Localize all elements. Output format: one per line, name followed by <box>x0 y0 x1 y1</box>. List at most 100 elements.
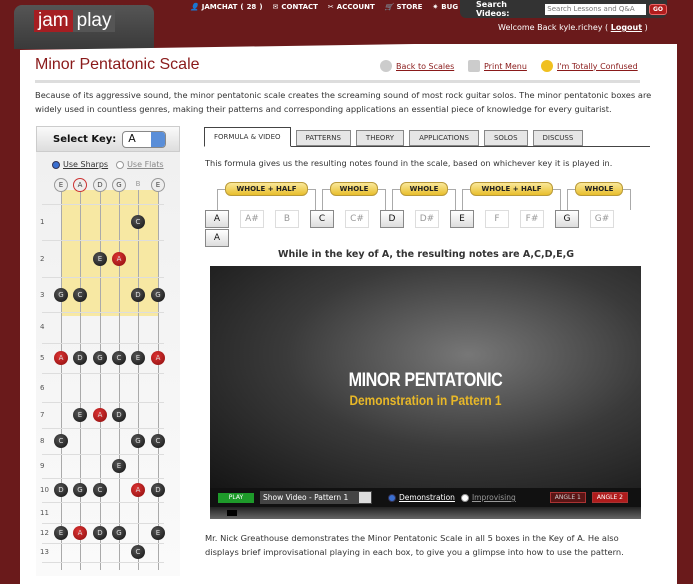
note-marker[interactable]: C <box>54 434 68 448</box>
fret-number: 2 <box>40 255 45 263</box>
octave-note-box: A <box>205 229 229 247</box>
tab-discuss[interactable]: DISCUSS <box>532 130 584 146</box>
note-marker[interactable]: C <box>151 434 165 448</box>
open-string-note[interactable]: G <box>112 178 126 192</box>
tab-formula-video[interactable]: FORMULA & VIDEO <box>204 127 291 147</box>
play-button[interactable]: PLAY <box>218 492 254 503</box>
seek-handle[interactable] <box>227 510 237 516</box>
tab-patterns[interactable]: PATTERNS <box>295 130 351 146</box>
note-marker[interactable]: G <box>131 434 145 448</box>
note-marker[interactable]: C <box>73 288 87 302</box>
nav-jamchat[interactable]: 👤 JAMCHAT(28) <box>190 3 263 11</box>
note-marker[interactable]: G <box>93 351 107 365</box>
link-label: I'm Totally Confused <box>557 61 638 71</box>
interval-pill: WHOLE <box>575 182 623 196</box>
open-string-note[interactable]: B <box>131 178 145 192</box>
video-select[interactable]: Show Video - Pattern 1 <box>260 491 372 504</box>
tab-applications[interactable]: APPLICATIONS <box>409 130 479 146</box>
bug-icon: ✷ <box>432 3 439 11</box>
fret-line <box>42 204 164 205</box>
warning-icon <box>541 60 553 72</box>
note-marker[interactable]: G <box>73 483 87 497</box>
divider <box>35 80 640 83</box>
fret-line <box>42 523 164 524</box>
back-to-scales-link[interactable]: Back to Scales <box>380 60 454 72</box>
note-marker[interactable]: E <box>93 252 107 266</box>
improvising-radio[interactable]: Improvising <box>460 493 516 502</box>
fret-number: 5 <box>40 354 45 362</box>
radio-icon <box>116 160 125 169</box>
note-marker[interactable]: E <box>54 526 68 540</box>
note-marker[interactable]: G <box>112 526 126 540</box>
use-sharps-radio[interactable]: Use Sharps <box>52 160 108 169</box>
radio-label: Use Sharps <box>63 160 109 169</box>
logout-link[interactable]: Logout <box>611 23 642 32</box>
fret-line <box>42 277 164 278</box>
key-select[interactable]: A <box>122 130 167 148</box>
note-marker[interactable]: D <box>112 408 126 422</box>
note-box: G# <box>590 210 614 228</box>
fret-number: 6 <box>40 384 45 392</box>
interval-pill: WHOLE <box>330 182 378 196</box>
note-marker[interactable]: D <box>93 526 107 540</box>
go-button[interactable]: GO <box>648 3 667 15</box>
angle-2-button[interactable]: ANGLE 2 <box>591 492 628 503</box>
string-line <box>61 190 62 570</box>
fret-number: 9 <box>40 462 45 470</box>
root-note-marker[interactable]: A <box>73 526 87 540</box>
open-string-note[interactable]: E <box>54 178 68 192</box>
note-box: A <box>205 210 229 228</box>
note-marker[interactable]: C <box>131 215 145 229</box>
nav-contact[interactable]: ✉ CONTACT <box>273 3 318 11</box>
note-marker[interactable]: E <box>151 526 165 540</box>
radio-icon <box>460 493 469 502</box>
root-note-marker[interactable]: A <box>151 351 165 365</box>
radio-label: Use Flats <box>127 160 164 169</box>
print-menu-link[interactable]: Print Menu <box>468 60 527 72</box>
note-marker[interactable]: D <box>73 351 87 365</box>
note-marker[interactable]: E <box>112 459 126 473</box>
note-marker[interactable]: D <box>151 483 165 497</box>
jamplay-logo[interactable]: jam play <box>34 10 116 32</box>
open-string-note[interactable]: D <box>93 178 107 192</box>
root-note-marker[interactable]: A <box>131 483 145 497</box>
note-marker[interactable]: D <box>54 483 68 497</box>
result-text: While in the key of A, the resulting not… <box>277 249 575 260</box>
note-marker[interactable]: C <box>93 483 107 497</box>
interval-pill: WHOLE + HALF <box>225 182 308 196</box>
root-note-marker[interactable]: A <box>54 351 68 365</box>
fret-line <box>42 373 164 374</box>
note-box: C# <box>345 210 369 228</box>
page-title: Minor Pentatonic Scale <box>35 56 200 73</box>
note-marker[interactable]: E <box>131 351 145 365</box>
angle-1-button[interactable]: ANGLE 1 <box>549 492 586 503</box>
note-box: D <box>380 210 404 228</box>
tab-theory[interactable]: THEORY <box>355 130 405 146</box>
note-marker[interactable]: G <box>151 288 165 302</box>
string-line <box>100 190 101 570</box>
radio-selected-icon <box>52 160 60 169</box>
fret-line <box>42 402 164 403</box>
string-line <box>80 190 81 570</box>
use-flats-radio[interactable]: Use Flats <box>116 160 164 169</box>
tab-solos[interactable]: SOLOS <box>483 130 528 146</box>
open-string-note[interactable]: E <box>151 178 165 192</box>
open-string-note[interactable]: A <box>73 178 87 192</box>
demonstration-radio[interactable]: Demonstration <box>388 493 455 502</box>
note-marker[interactable]: C <box>131 545 145 559</box>
note-marker[interactable]: G <box>54 288 68 302</box>
root-note-marker[interactable]: A <box>93 408 107 422</box>
note-marker[interactable]: C <box>112 351 126 365</box>
note-marker[interactable]: D <box>131 288 145 302</box>
seek-bar[interactable] <box>210 507 641 519</box>
search-input[interactable] <box>545 3 646 15</box>
nav-bug[interactable]: ✷ BUG <box>432 3 458 11</box>
confused-link[interactable]: I'm Totally Confused <box>541 60 638 72</box>
radio-selected-icon <box>388 493 396 502</box>
note-marker[interactable]: E <box>73 408 87 422</box>
fret-number: 8 <box>40 437 45 445</box>
nav-store[interactable]: 🛒 STORE <box>385 3 423 11</box>
root-note-marker[interactable]: A <box>112 252 126 266</box>
nav-account[interactable]: ✂ ACCOUNT <box>328 3 375 11</box>
fret-line <box>42 312 164 313</box>
